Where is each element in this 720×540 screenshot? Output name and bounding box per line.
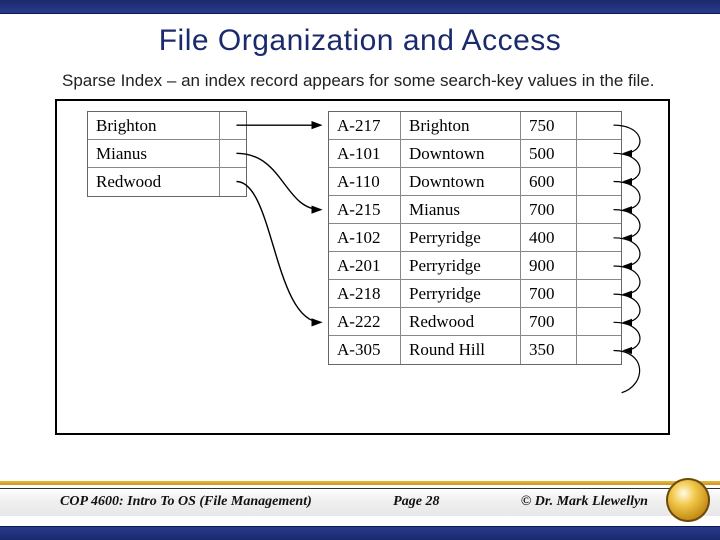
footer-course: COP 4600: Intro To OS (File Management) [60, 494, 312, 510]
branch-cell: Brighton [401, 112, 521, 139]
next-pointer-cell [577, 224, 621, 251]
next-pointer-cell [577, 252, 621, 279]
footer: COP 4600: Intro To OS (File Management) … [0, 488, 720, 516]
branch-cell: Perryridge [401, 280, 521, 307]
page-title: File Organization and Access [0, 14, 720, 66]
index-pointer-cell [220, 112, 246, 139]
acct-cell: A-101 [329, 140, 401, 167]
table-row: A-215 Mianus 700 [329, 196, 621, 224]
table-row: A-218 Perryridge 700 [329, 280, 621, 308]
branch-cell: Downtown [401, 140, 521, 167]
index-key: Redwood [88, 168, 220, 196]
balance-cell: 600 [521, 168, 577, 195]
data-table: A-217 Brighton 750 A-101 Downtown 500 A-… [328, 111, 622, 365]
index-pointer-cell [220, 168, 246, 196]
acct-cell: A-201 [329, 252, 401, 279]
footer-page: Page 28 [393, 494, 439, 510]
acct-cell: A-218 [329, 280, 401, 307]
next-pointer-cell [577, 196, 621, 223]
footer-gold-bar [0, 481, 720, 485]
balance-cell: 700 [521, 196, 577, 223]
table-row: A-101 Downtown 500 [329, 140, 621, 168]
acct-cell: A-110 [329, 168, 401, 195]
acct-cell: A-305 [329, 336, 401, 364]
acct-cell: A-217 [329, 112, 401, 139]
next-pointer-cell [577, 336, 621, 364]
branch-cell: Mianus [401, 196, 521, 223]
next-pointer-cell [577, 140, 621, 167]
index-row: Brighton [88, 112, 246, 140]
acct-cell: A-222 [329, 308, 401, 335]
table-row: A-110 Downtown 600 [329, 168, 621, 196]
balance-cell: 700 [521, 308, 577, 335]
description: Sparse Index – an index record appears f… [0, 66, 720, 99]
balance-cell: 350 [521, 336, 577, 364]
next-pointer-cell [577, 308, 621, 335]
table-row: A-222 Redwood 700 [329, 308, 621, 336]
index-table: Brighton Mianus Redwood [87, 111, 247, 197]
table-row: A-217 Brighton 750 [329, 112, 621, 140]
balance-cell: 900 [521, 252, 577, 279]
next-pointer-cell [577, 112, 621, 139]
index-row: Redwood [88, 168, 246, 196]
index-row: Mianus [88, 140, 246, 168]
branch-cell: Perryridge [401, 252, 521, 279]
top-bar [0, 0, 720, 14]
branch-cell: Downtown [401, 168, 521, 195]
balance-cell: 700 [521, 280, 577, 307]
university-seal-icon [666, 478, 710, 522]
table-row: A-305 Round Hill 350 [329, 336, 621, 364]
balance-cell: 750 [521, 112, 577, 139]
index-key: Brighton [88, 112, 220, 139]
branch-cell: Perryridge [401, 224, 521, 251]
balance-cell: 400 [521, 224, 577, 251]
diagram-frame: Brighton Mianus Redwood A-217 Brighton 7… [55, 99, 670, 435]
balance-cell: 500 [521, 140, 577, 167]
next-pointer-cell [577, 168, 621, 195]
bottom-bar [0, 526, 720, 540]
next-pointer-cell [577, 280, 621, 307]
table-row: A-201 Perryridge 900 [329, 252, 621, 280]
footer-author: © Dr. Mark Llewellyn [521, 494, 648, 510]
acct-cell: A-215 [329, 196, 401, 223]
index-pointer-cell [220, 140, 246, 167]
acct-cell: A-102 [329, 224, 401, 251]
branch-cell: Redwood [401, 308, 521, 335]
index-key: Mianus [88, 140, 220, 167]
branch-cell: Round Hill [401, 336, 521, 364]
table-row: A-102 Perryridge 400 [329, 224, 621, 252]
